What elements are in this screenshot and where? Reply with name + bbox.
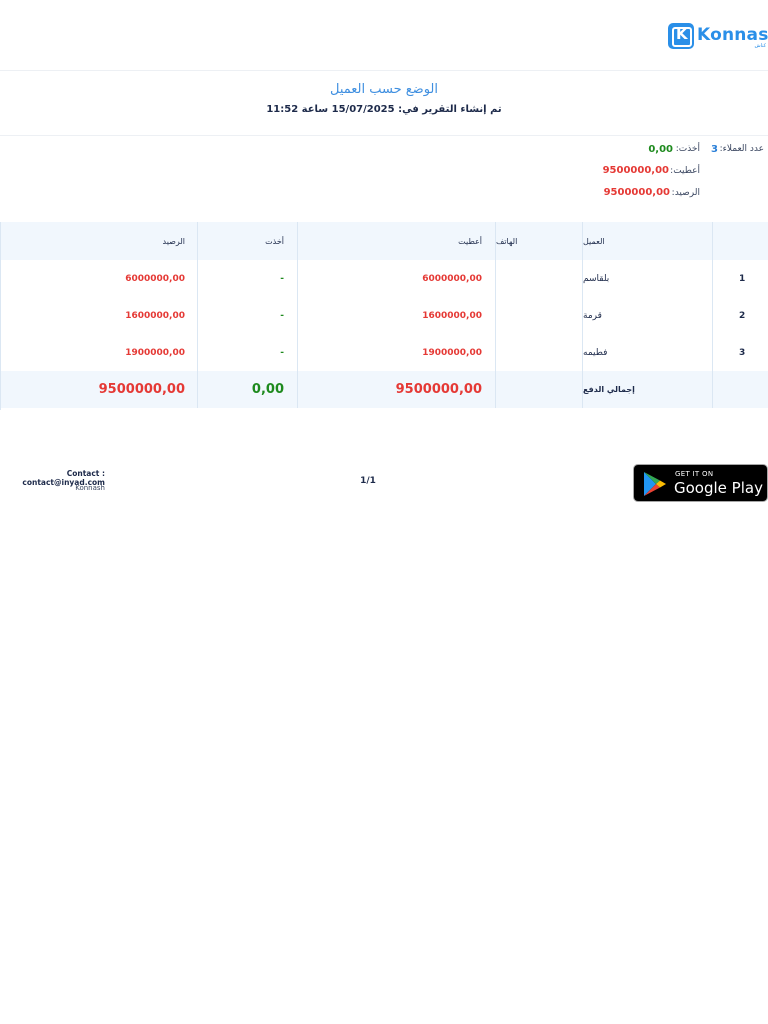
header-balance: الرصيد — [0, 222, 197, 260]
row-number: 3 — [712, 334, 768, 371]
summary-divider — [0, 135, 768, 136]
header-gave: أعطيت — [297, 222, 495, 260]
row-phone — [495, 260, 582, 297]
row-gave: 6000000,00 — [422, 273, 482, 284]
google-play-icon — [644, 472, 666, 496]
report-created-at: تم إنشاء التقرير في: 15/07/2025 ساعة 11:… — [266, 104, 502, 115]
row-client: بلقاسم — [582, 260, 712, 297]
clients-table: العميل الهاتف أعطيت أخذت الرصيد 1 بلقاسم… — [0, 222, 768, 408]
total-took: 0,00 — [251, 382, 284, 397]
row-phone — [495, 297, 582, 334]
google-play-badge[interactable]: GET IT ON Google Play — [633, 464, 768, 502]
row-number: 2 — [712, 297, 768, 334]
table-row: 3 فطيمه 1900000,00 - 1900000,00 — [0, 334, 768, 371]
store-small-text: GET IT ON — [675, 470, 714, 478]
logo-letter: K — [676, 25, 688, 43]
footer-brand: Konnash — [75, 484, 105, 492]
logo-text: Konnash — [697, 25, 768, 45]
summary-gave-label: أعطيت: — [670, 166, 700, 176]
row-took: - — [280, 347, 284, 358]
total-num — [712, 371, 768, 408]
summary-balance-value: 9500000,00 — [603, 187, 670, 198]
logo-tagline: كناش — [754, 43, 766, 49]
row-balance: 6000000,00 — [125, 273, 185, 284]
clients-count-label: عدد العملاء: — [719, 144, 764, 154]
row-client: فطيمه — [582, 334, 712, 371]
row-balance: 1900000,00 — [125, 347, 185, 358]
header-divider — [0, 70, 768, 71]
header-took: أخذت — [197, 222, 297, 260]
total-label: إجمالي الدفع — [582, 371, 712, 408]
table-row: 1 بلقاسم 6000000,00 - 6000000,00 — [0, 260, 768, 297]
header-client: العميل — [582, 222, 712, 260]
total-phone — [495, 371, 582, 408]
table-row: 2 قرمة 1600000,00 - 1600000,00 — [0, 297, 768, 334]
store-big-text: Google Play — [674, 479, 763, 497]
konnash-logo: K Konnash كناش — [668, 22, 768, 50]
row-took: - — [280, 273, 284, 284]
row-client: قرمة — [582, 297, 712, 334]
summary-balance-label: الرصيد: — [671, 188, 700, 198]
row-balance: 1600000,00 — [125, 310, 185, 321]
header-num — [712, 222, 768, 260]
row-gave: 1600000,00 — [422, 310, 482, 321]
table-total-row: إجمالي الدفع 9500000,00 0,00 9500000,00 — [0, 371, 768, 408]
clients-count-value: 3 — [711, 144, 718, 155]
summary-gave-value: 9500000,00 — [602, 165, 669, 176]
summary-took-label: أخذت: — [675, 144, 700, 154]
total-balance: 9500000,00 — [98, 382, 185, 397]
row-gave: 1900000,00 — [422, 347, 482, 358]
total-gave: 9500000,00 — [395, 382, 482, 397]
report-page: K Konnash كناش الوضع حسب العميل تم إنشاء… — [0, 0, 768, 1024]
header-phone: الهاتف — [495, 222, 582, 260]
row-phone — [495, 334, 582, 371]
page-number: 1/1 — [360, 476, 376, 486]
report-title: الوضع حسب العميل — [329, 82, 439, 97]
row-took: - — [280, 310, 284, 321]
table-header-row: العميل الهاتف أعطيت أخذت الرصيد — [0, 222, 768, 260]
summary-took-value: 0,00 — [648, 144, 673, 155]
row-number: 1 — [712, 260, 768, 297]
